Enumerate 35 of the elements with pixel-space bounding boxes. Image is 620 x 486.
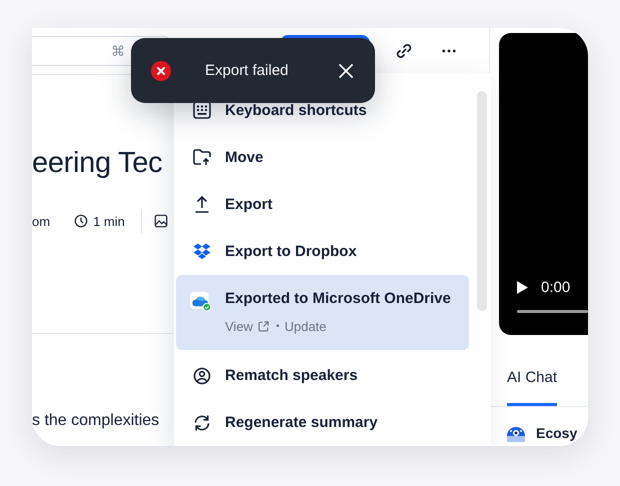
scrollbar-thumb[interactable] xyxy=(477,91,487,311)
video-player[interactable]: 0:00 xyxy=(499,33,588,335)
side-tab[interactable]: AI Chat xyxy=(507,352,558,406)
menu-item[interactable]: Regenerate summary xyxy=(176,399,469,446)
clock-icon xyxy=(74,214,88,228)
close-icon[interactable] xyxy=(339,64,353,78)
chat-title[interactable]: Ecosy xyxy=(536,425,578,441)
meta-text: om xyxy=(32,214,50,228)
onedrive-icon xyxy=(190,290,212,314)
menu-link[interactable]: Update xyxy=(284,318,326,334)
refresh-icon xyxy=(193,414,211,432)
folder-upload-icon xyxy=(193,148,211,166)
image-icon xyxy=(154,214,168,228)
menu-item[interactable]: Export to Dropbox xyxy=(176,228,469,275)
menu-item[interactable]: Exported to Microsoft OneDrive View • Update xyxy=(176,274,469,350)
play-icon[interactable] xyxy=(517,281,528,294)
upload-icon xyxy=(193,195,211,214)
body-text: s the complexities xyxy=(32,412,160,430)
menu-item[interactable]: Export xyxy=(176,180,469,228)
menu-item[interactable]: Move xyxy=(176,134,469,181)
menu-item[interactable]: Rematch speakers xyxy=(176,352,469,400)
toast-message: Export failed xyxy=(205,62,288,79)
link-icon[interactable] xyxy=(394,41,414,61)
video-time: 0:00 xyxy=(541,279,570,296)
duration-text: 1 min xyxy=(93,214,125,228)
dropbox-icon xyxy=(193,243,211,260)
separator-dot: • xyxy=(276,320,280,332)
document-title: eering Tec xyxy=(32,146,162,181)
menu-link[interactable]: View xyxy=(225,318,253,334)
shortcut-key: ⌘ xyxy=(111,43,125,59)
progress-track[interactable] xyxy=(517,310,588,313)
error-icon xyxy=(151,60,171,80)
speaker-icon xyxy=(193,366,211,385)
external-link-icon[interactable] xyxy=(258,320,269,332)
more-icon[interactable] xyxy=(442,49,456,53)
